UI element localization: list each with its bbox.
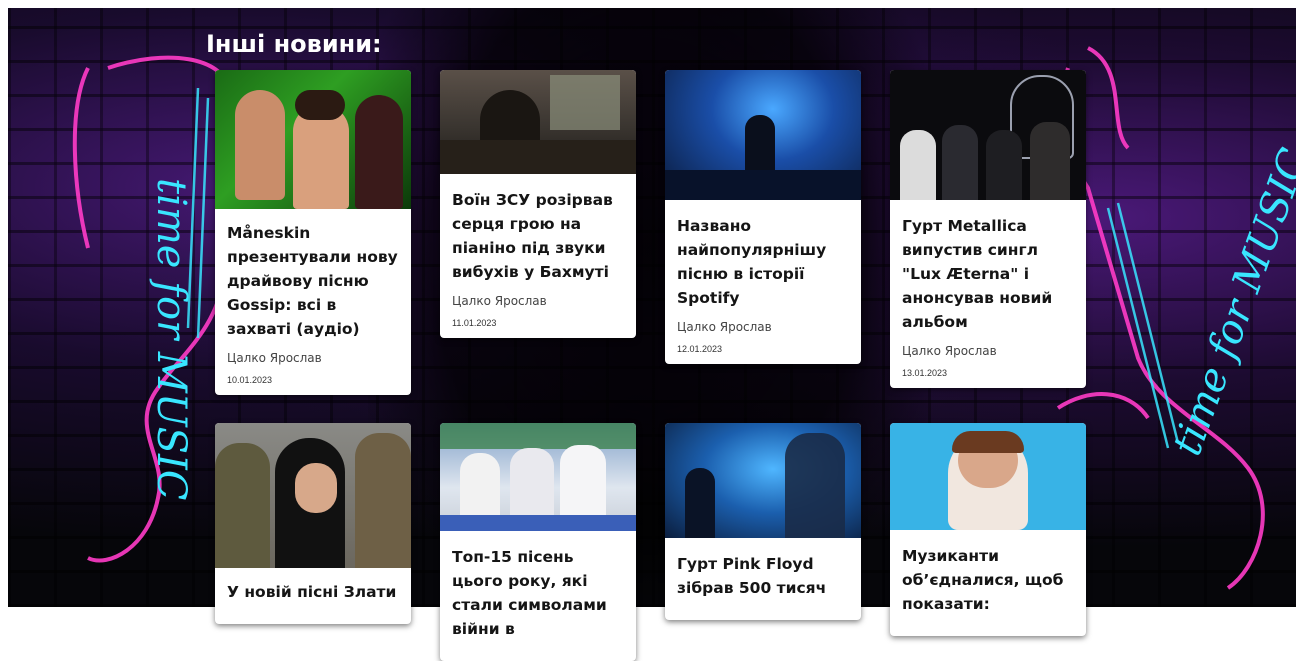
article-author: Цалко Ярослав: [677, 320, 772, 334]
article-date: 13.01.2023: [902, 368, 948, 378]
news-image[interactable]: [440, 70, 636, 174]
article-title[interactable]: Måneskin презентували нову драйвову пісн…: [227, 221, 399, 341]
article-title[interactable]: У новій пісні Злати: [227, 580, 399, 604]
news-card[interactable]: Гурт Pink Floyd зібрав 500 тисяч: [665, 423, 861, 620]
article-date: 11.01.2023: [452, 318, 497, 328]
article-author: Цалко Ярослав: [452, 294, 547, 308]
news-card[interactable]: Воїн ЗСУ розірвав серця грою на піаніно …: [440, 70, 636, 338]
news-image[interactable]: [440, 423, 636, 531]
article-title[interactable]: Гурт Metallica випустив сингл "Lux Ætern…: [902, 214, 1074, 334]
neon-text-left: time for MUSIC: [148, 178, 194, 500]
article-author: Цалко Ярослав: [902, 344, 997, 358]
news-image[interactable]: [665, 70, 861, 200]
article-title[interactable]: Воїн ЗСУ розірвав серця грою на піаніно …: [452, 188, 624, 284]
news-card[interactable]: Гурт Metallica випустив сингл "Lux Ætern…: [890, 70, 1086, 388]
news-image[interactable]: [215, 423, 411, 568]
news-card[interactable]: Топ-15 пісень цього року, які стали симв…: [440, 423, 636, 661]
article-date: 10.01.2023: [227, 375, 273, 385]
article-title[interactable]: Названо найпопулярнішу пісню в історії S…: [677, 214, 849, 310]
news-image[interactable]: [890, 70, 1086, 200]
article-author: Цалко Ярослав: [227, 351, 322, 365]
news-image[interactable]: [215, 70, 411, 209]
neon-text-right: time for MUSIC: [1164, 143, 1296, 462]
news-card[interactable]: Måneskin презентували нову драйвову пісн…: [215, 70, 411, 395]
article-title[interactable]: Топ-15 пісень цього року, які стали симв…: [452, 545, 624, 641]
news-card[interactable]: У новій пісні Злати: [215, 423, 411, 624]
news-card[interactable]: Названо найпопулярнішу пісню в історії S…: [665, 70, 861, 364]
article-title[interactable]: Музиканти об’єдналися, щоб показати:: [902, 544, 1074, 616]
section-title: Інші новини:: [206, 30, 382, 58]
news-card[interactable]: Музиканти об’єдналися, щоб показати:: [890, 423, 1086, 636]
article-title[interactable]: Гурт Pink Floyd зібрав 500 тисяч: [677, 552, 849, 600]
page-background: time for MUSIC time for MUSIC: [8, 8, 1296, 607]
news-image[interactable]: [665, 423, 861, 538]
article-date: 12.01.2023: [677, 344, 723, 354]
news-image[interactable]: [890, 423, 1086, 530]
